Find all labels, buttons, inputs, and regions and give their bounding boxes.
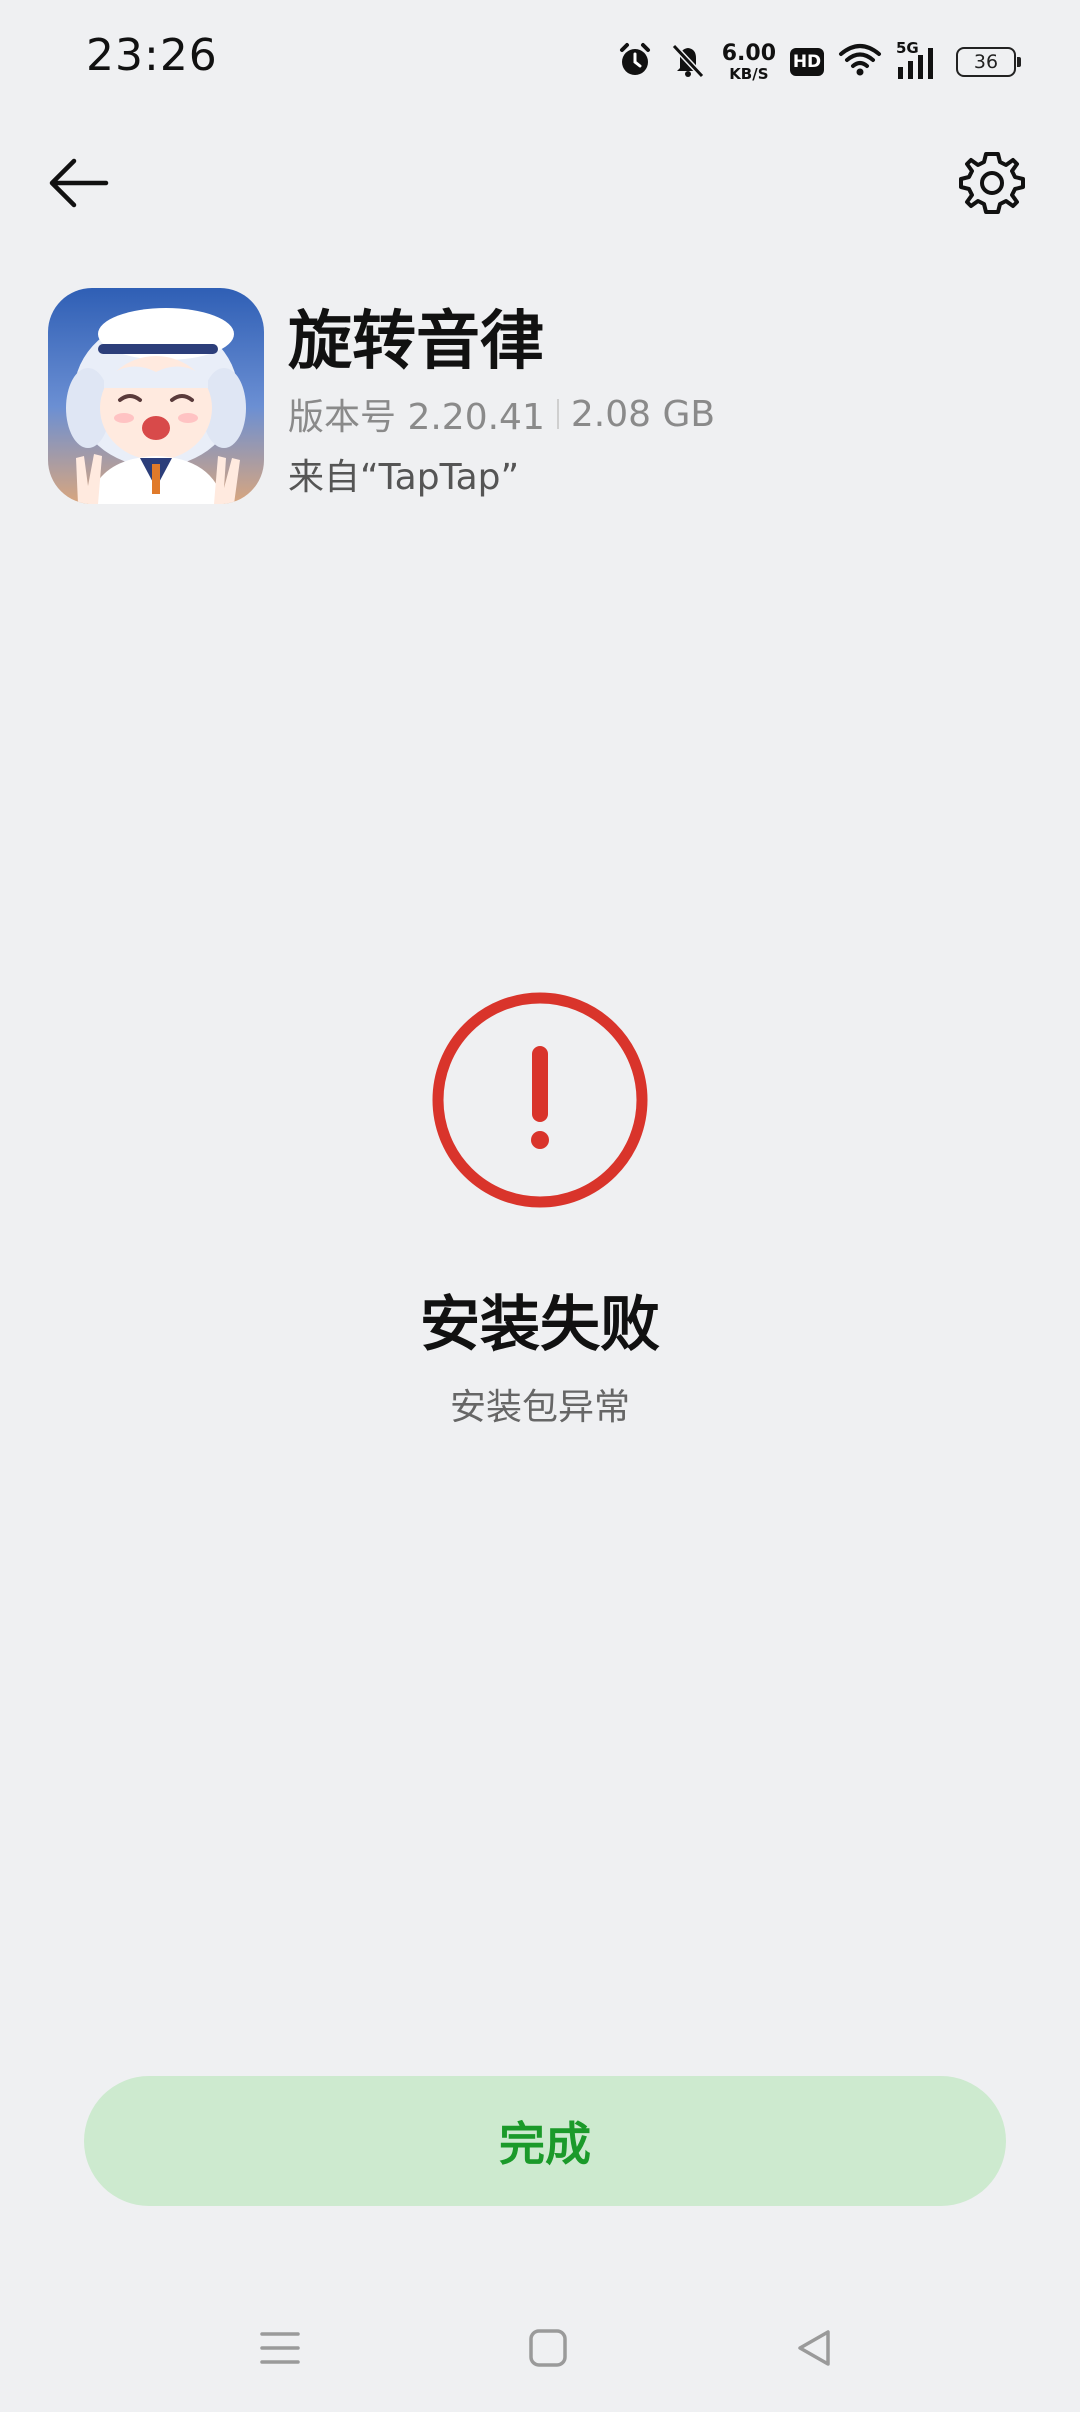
home-icon[interactable] — [518, 2318, 578, 2378]
gear-icon — [959, 150, 1025, 220]
back-button[interactable] — [46, 140, 122, 230]
system-navigation-bar — [0, 2300, 1080, 2390]
status-time: 23:26 — [86, 30, 218, 81]
net-speed-value: 6.00 — [721, 40, 776, 66]
status-icons: 6.00 KB/S HD 5G 36 — [616, 36, 1021, 88]
meta-divider — [556, 399, 559, 429]
hd-badge: HD — [790, 48, 824, 76]
signal-icon: 5G — [896, 39, 942, 81]
app-icon — [48, 288, 264, 504]
app-source: 来自“TapTap” — [288, 457, 520, 498]
settings-button[interactable] — [952, 140, 1032, 230]
app-meta: 版本号 2.20.41 2.08 GB — [288, 388, 715, 440]
battery-level: 36 — [973, 51, 999, 73]
result-title: 安装失败 — [420, 1290, 660, 1360]
back-arrow-icon — [46, 155, 110, 215]
battery-icon: 36 — [956, 47, 1021, 77]
app-size: 2.08 GB — [570, 393, 716, 435]
network-speed: 6.00 KB/S — [721, 40, 776, 83]
back-triangle-icon[interactable] — [784, 2318, 844, 2378]
wifi-icon — [838, 42, 882, 82]
alarm-icon — [616, 41, 654, 83]
error-exclamation-icon — [430, 990, 650, 1210]
menu-icon[interactable] — [250, 2318, 310, 2378]
status-bar: 23:26 6.00 KB/S HD 5G 36 — [0, 0, 1080, 124]
done-button[interactable]: 完成 — [84, 2076, 1006, 2206]
mute-icon — [668, 40, 708, 84]
app-name: 旋转音律 — [288, 305, 544, 379]
result-subtitle: 安装包异常 — [449, 1387, 630, 1428]
net-speed-unit: KB/S — [729, 64, 769, 83]
top-app-bar — [0, 140, 1080, 230]
app-version: 版本号 2.20.41 — [288, 397, 545, 438]
